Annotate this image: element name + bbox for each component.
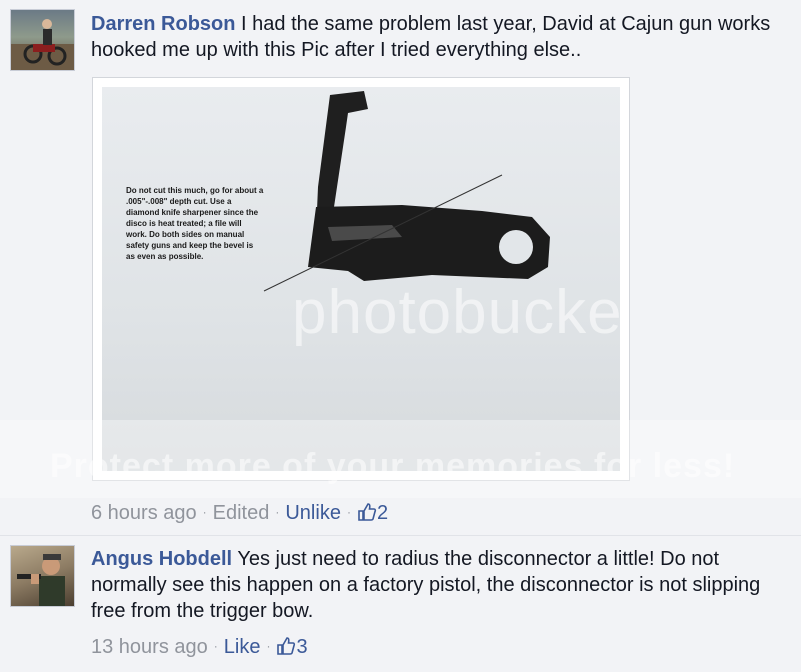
author-name[interactable]: Darren Robson xyxy=(91,13,235,35)
comment-meta: 6 hours ago · Edited · Unlike · 2 xyxy=(91,501,388,527)
thumbs-up-icon xyxy=(358,503,377,521)
separator-dot: · xyxy=(202,505,207,519)
like-count-value: 3 xyxy=(296,636,308,658)
separator-dot: · xyxy=(266,639,271,653)
separator-dot: · xyxy=(346,505,351,519)
separator-dot: · xyxy=(213,639,218,653)
avatar-image-icon xyxy=(17,554,65,606)
avatar-image-icon xyxy=(11,19,74,70)
timestamp[interactable]: 6 hours ago xyxy=(91,502,197,524)
like-button[interactable]: Like xyxy=(224,636,261,658)
like-count[interactable]: 3 xyxy=(276,636,308,658)
avatar[interactable] xyxy=(10,9,75,71)
author-name[interactable]: Angus Hobdell xyxy=(91,548,232,570)
edited-label[interactable]: Edited xyxy=(213,502,270,524)
comment-meta: 13 hours ago · Like · 3 xyxy=(91,635,308,661)
like-count[interactable]: 2 xyxy=(357,502,388,524)
unlike-button[interactable]: Unlike xyxy=(285,502,341,524)
thumbs-up-icon xyxy=(277,637,296,655)
comment-body: Darren Robson I had the same problem las… xyxy=(91,11,781,63)
photobucket-watermark: photobucket xyxy=(292,278,620,347)
avatar[interactable] xyxy=(10,545,75,607)
comment-angus-hobdell: Angus Hobdell Yes just need to radius th… xyxy=(0,536,801,672)
banner-text: Protect more of your memories for less! xyxy=(50,447,736,485)
photo-annotation: Do not cut this much, go for about a .00… xyxy=(126,186,264,261)
separator-dot: · xyxy=(275,505,280,519)
like-count-value: 2 xyxy=(376,502,389,524)
timestamp[interactable]: 13 hours ago xyxy=(91,636,208,658)
photo-image: Do not cut this much, go for about a .00… xyxy=(102,87,620,471)
comment-darren-robson: Darren Robson I had the same problem las… xyxy=(0,0,801,536)
comment-body: Angus Hobdell Yes just need to radius th… xyxy=(91,546,781,624)
